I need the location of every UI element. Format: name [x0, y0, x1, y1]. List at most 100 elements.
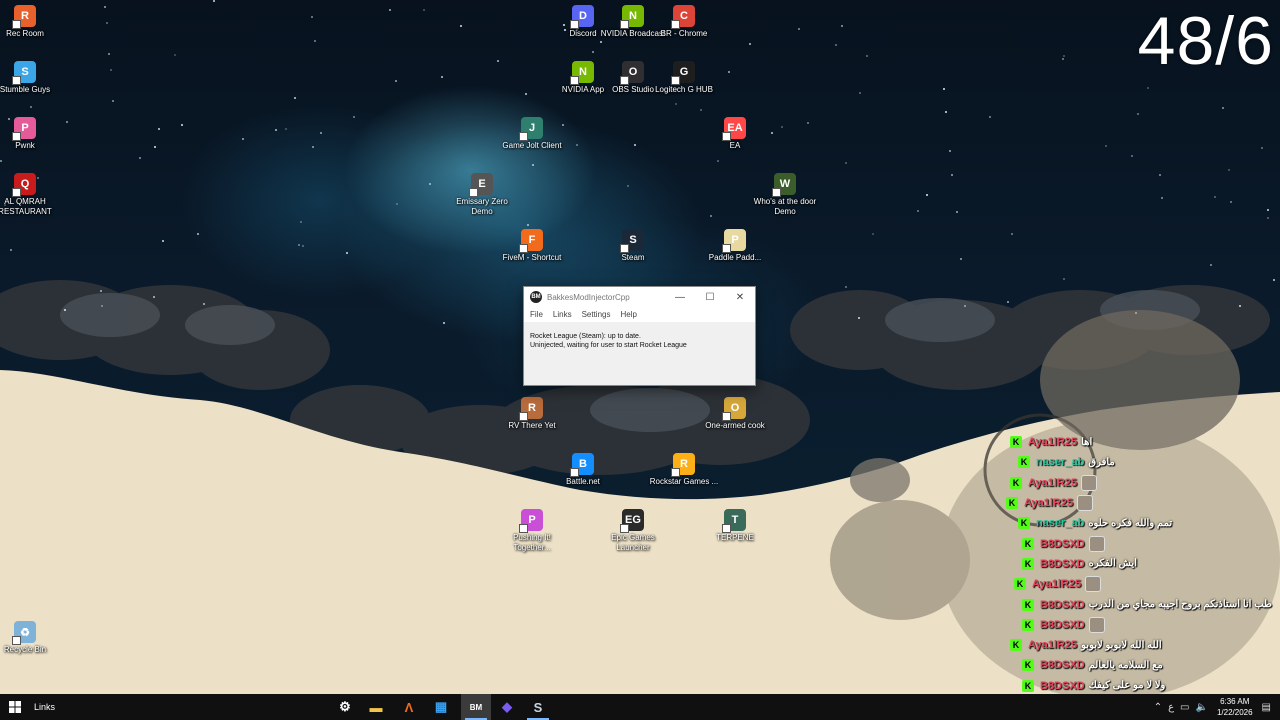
taskbar-clock[interactable]: 6:36 AM 1/22/2026 — [1217, 696, 1253, 718]
window-title: BakkesModInjectorCpp — [547, 292, 630, 302]
chat-message: K B8DSXD ايش الفكره — [990, 554, 1280, 574]
star — [771, 132, 773, 134]
desktop-icon[interactable]: S Stumble Guys — [0, 61, 60, 95]
desktop-icon[interactable]: O One-armed cook — [700, 397, 770, 431]
star — [298, 244, 300, 246]
star — [1131, 155, 1133, 157]
desktop-icon[interactable]: Q AL QMRAH RESTAURANT — [0, 173, 60, 217]
star — [627, 185, 629, 187]
star — [1063, 55, 1065, 57]
star — [728, 71, 730, 73]
stream-counter-overlay: 48/6 — [1137, 3, 1274, 79]
desktop-icon[interactable]: F FiveM - Shortcut — [497, 229, 567, 263]
star — [285, 128, 287, 130]
desktop-icon[interactable]: ♻ Recycle Bin — [0, 621, 60, 655]
chat-text: الله الله لابوبو لابوبو — [1081, 639, 1162, 651]
star — [527, 224, 529, 226]
desktop-icon[interactable]: P Pushing It! Together... — [497, 509, 567, 553]
status-line-rocket-league: Rocket League (Steam): up to date. — [530, 333, 641, 340]
desktop-icon[interactable]: S Steam — [598, 229, 668, 263]
star — [101, 305, 103, 307]
taskbar-fivem-button[interactable]: Λ — [394, 694, 424, 720]
maximize-button[interactable]: ☐ — [695, 287, 725, 307]
steam-icon: S — [533, 699, 543, 715]
desktop-icon[interactable]: R RV There Yet — [497, 397, 567, 431]
notifications-icon[interactable]: ▤ — [1262, 702, 1271, 713]
star — [1210, 264, 1212, 266]
star — [841, 25, 843, 27]
chat-message: K Aya1lR25 الله الله لابوبو لابوبو — [990, 635, 1280, 655]
desktop-icon[interactable]: C BR - Chrome — [649, 5, 719, 39]
star — [213, 0, 215, 2]
desktop-icon[interactable]: EA EA — [700, 117, 770, 151]
kick-badge-icon: K — [1010, 436, 1022, 449]
star — [943, 88, 945, 90]
menu-help[interactable]: Help — [620, 310, 636, 319]
chat-message: K Aya1lR25 — [990, 473, 1280, 493]
chat-message: K Aya1lR25 اها — [990, 432, 1280, 452]
bakkesmod-window[interactable]: BM BakkesModInjectorCpp — ☐ ✕ File Links… — [523, 286, 756, 386]
menu-settings[interactable]: Settings — [582, 310, 611, 319]
shortcut-app-icon: G — [671, 61, 695, 85]
desktop-icon[interactable]: B Battle.net — [548, 453, 618, 487]
taskbar-settings-button[interactable]: ⚙ — [330, 694, 360, 720]
taskbar-bakkesmod-button[interactable]: BM — [461, 694, 491, 720]
shortcut-app-icon: O — [620, 61, 644, 85]
desktop-icon[interactable]: J Game Jolt Client — [497, 117, 567, 151]
desktop-icon-label: Recycle Bin — [3, 645, 47, 654]
start-button[interactable] — [0, 694, 30, 720]
kick-badge-icon: K — [1022, 537, 1034, 550]
taskbar-kick-app-button[interactable]: ◆ — [492, 694, 522, 720]
star — [110, 69, 112, 71]
chat-message: K B8DSXD طب انا استاذنكم بروح اجيبه مجاي م… — [990, 594, 1280, 614]
star — [302, 245, 304, 247]
kick-badge-icon: K — [1022, 679, 1034, 692]
star — [154, 146, 156, 148]
desktop-icon-label: Emissary Zero Demo — [456, 197, 508, 216]
menu-links[interactable]: Links — [553, 310, 572, 319]
desktop-icon[interactable]: R Rec Room — [0, 5, 60, 39]
star — [951, 174, 953, 176]
taskbar-microsoft-store-button[interactable]: ▦ — [426, 694, 456, 720]
window-titlebar[interactable]: BM BakkesModInjectorCpp — ☐ ✕ — [524, 287, 755, 307]
desktop-icon[interactable]: E Emissary Zero Demo — [447, 173, 517, 217]
chat-text: طب انا استاذنكم بروح اجيبه مجاي من الدرب — [1088, 599, 1273, 611]
close-button[interactable]: ✕ — [725, 287, 755, 307]
tray-overflow-icon[interactable]: ⌃ — [1154, 702, 1162, 713]
desktop-icon[interactable]: G Logitech G HUB — [649, 61, 719, 95]
star — [960, 258, 962, 260]
volume-icon[interactable]: 🔈 — [1196, 702, 1208, 713]
desktop-icon[interactable]: P Paddle Padd... — [700, 229, 770, 263]
taskbar-steam-button[interactable]: S — [523, 694, 553, 720]
minimize-button[interactable]: — — [665, 287, 695, 307]
desktop-icon[interactable]: R Rockstar Games ... — [649, 453, 719, 487]
star — [396, 203, 398, 205]
network-icon[interactable]: ▭ — [1180, 702, 1189, 713]
desktop-icon[interactable]: P Pwnk — [0, 117, 60, 151]
shortcut-app-icon: S — [12, 61, 36, 85]
star — [717, 160, 719, 162]
chat-message: K Aya1lR25 — [990, 493, 1280, 513]
chat-emote-image — [1088, 535, 1105, 552]
shortcut-app-icon: R — [671, 453, 695, 477]
shortcut-app-icon: S — [620, 229, 644, 253]
star — [1273, 279, 1275, 281]
taskbar-file-explorer-button[interactable]: ▬ — [361, 694, 391, 720]
chat-message: K Aya1lR25 — [990, 574, 1280, 594]
chat-message: K B8DSXD — [990, 615, 1280, 635]
star — [153, 296, 155, 298]
desktop-icon[interactable]: W Who's at the door Demo — [750, 173, 820, 217]
chat-username: B8DSXD — [1040, 618, 1085, 631]
menu-file[interactable]: File — [530, 310, 543, 319]
links-toolbar[interactable]: Links — [34, 702, 55, 712]
chat-username: naser_ab — [1036, 456, 1085, 469]
desktop-icon[interactable]: T TERPENE — [700, 509, 770, 543]
star — [353, 116, 355, 118]
star — [346, 252, 348, 254]
chat-text: ايش الفكره — [1088, 558, 1137, 570]
language-indicator[interactable]: ع — [1168, 702, 1174, 713]
desktop-icon[interactable]: EG Epic Games Launcher — [598, 509, 668, 553]
window-menubar: File Links Settings Help — [524, 307, 755, 322]
star — [203, 303, 205, 305]
star — [1011, 233, 1013, 235]
